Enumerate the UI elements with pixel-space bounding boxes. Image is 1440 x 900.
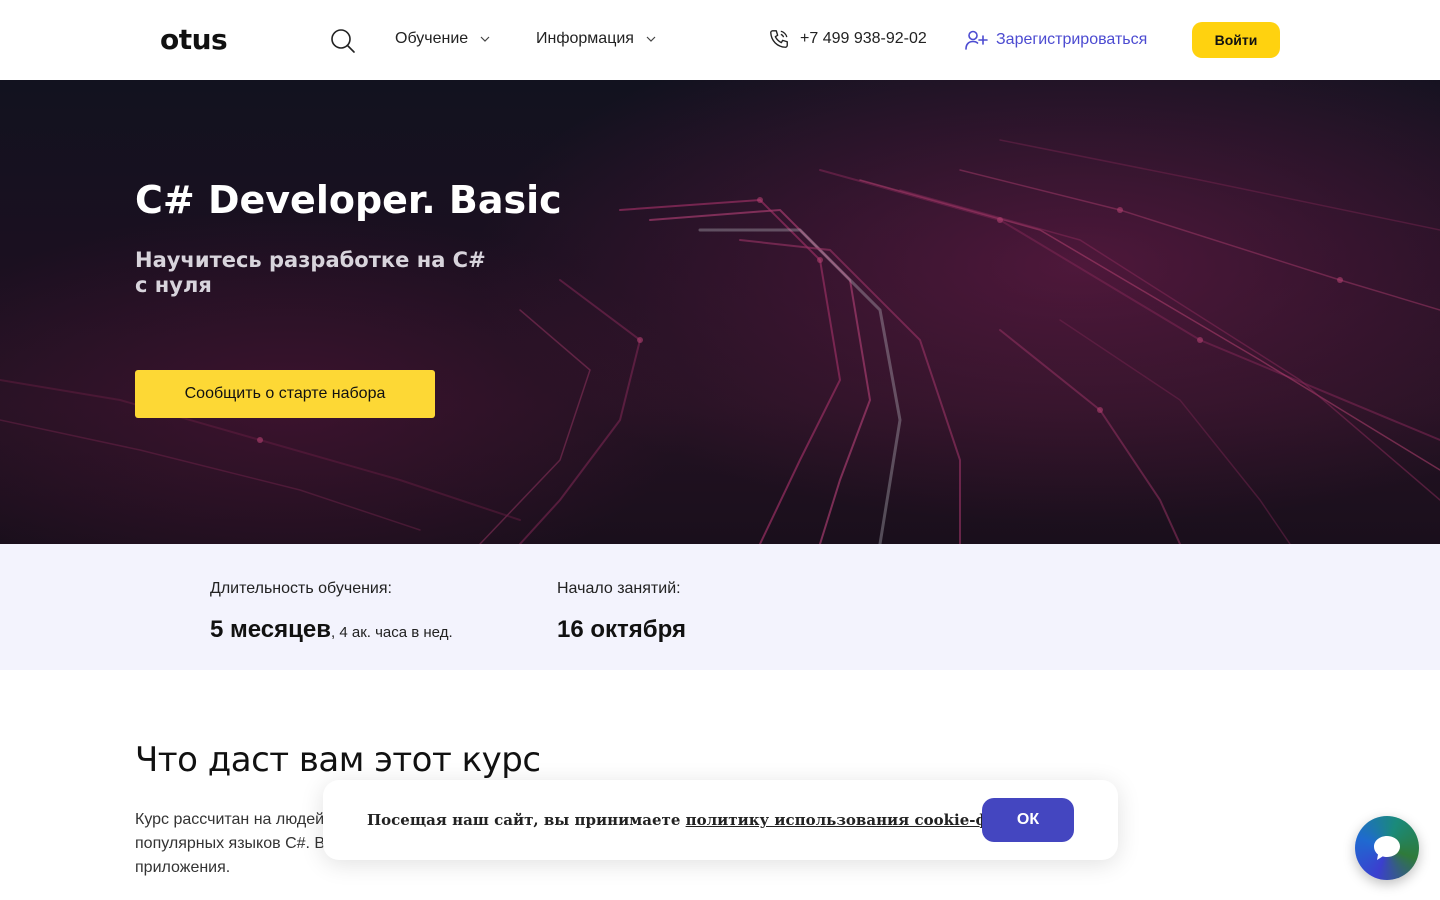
site-header: otus Обучение Информация +7 499 938-92-0… <box>0 0 1440 80</box>
nav-information[interactable]: Информация <box>536 30 656 48</box>
section-title: Что даст вам этот курс <box>135 740 541 780</box>
hero-banner: C# Developer. Basic Научитесь разработке… <box>0 80 1440 544</box>
user-plus-icon <box>965 30 988 50</box>
start-block: Начало занятий: 16 октября <box>557 580 686 644</box>
chat-widget-button[interactable] <box>1355 816 1419 880</box>
cookie-ok-button[interactable]: ОК <box>982 798 1074 842</box>
duration-value-row: 5 месяцев, 4 ак. часа в нед. <box>210 616 453 644</box>
nav-information-label: Информация <box>536 30 634 47</box>
phone-icon <box>770 30 788 48</box>
course-info-strip: Длительность обучения: 5 месяцев, 4 ак. … <box>0 544 1440 670</box>
circuit-background <box>0 139 1440 544</box>
cookie-banner: Посещая наш сайт, вы принимаете политику… <box>323 780 1118 860</box>
duration-label: Длительность обучения: <box>210 580 392 597</box>
phone-number: +7 499 938-92-02 <box>800 30 927 47</box>
phone-link[interactable]: +7 499 938-92-02 <box>768 28 927 50</box>
login-button[interactable]: Войти <box>1192 22 1280 58</box>
course-title: C# Developer. Basic <box>135 178 562 222</box>
cookie-text: Посещая наш сайт, вы принимаете политику… <box>367 811 1041 829</box>
chat-icon <box>1374 836 1400 860</box>
start-label: Начало занятий: <box>557 580 681 597</box>
course-subtitle: Научитесь разработке на C# с нуля <box>135 248 486 297</box>
chevron-down-icon <box>480 36 490 42</box>
otus-logo[interactable]: otus <box>160 26 244 54</box>
notify-start-button[interactable]: Сообщить о старте набора <box>135 370 435 418</box>
start-value: 16 октября <box>557 616 686 643</box>
chevron-down-icon <box>646 36 656 42</box>
duration-value: 5 месяцев <box>210 616 332 643</box>
register-label: Зарегистрироваться <box>996 31 1148 48</box>
cookie-message: Посещая наш сайт, вы принимаете <box>367 811 686 829</box>
search-icon[interactable] <box>330 28 356 54</box>
logo-text: otus <box>160 23 228 56</box>
duration-block: Длительность обучения: 5 месяцев, 4 ак. … <box>210 580 453 644</box>
nav-education[interactable]: Обучение <box>395 30 490 48</box>
duration-detail: , 4 ак. часа в нед. <box>331 624 453 641</box>
register-link[interactable]: Зарегистрироваться <box>964 28 1147 52</box>
nav-education-label: Обучение <box>395 30 469 47</box>
